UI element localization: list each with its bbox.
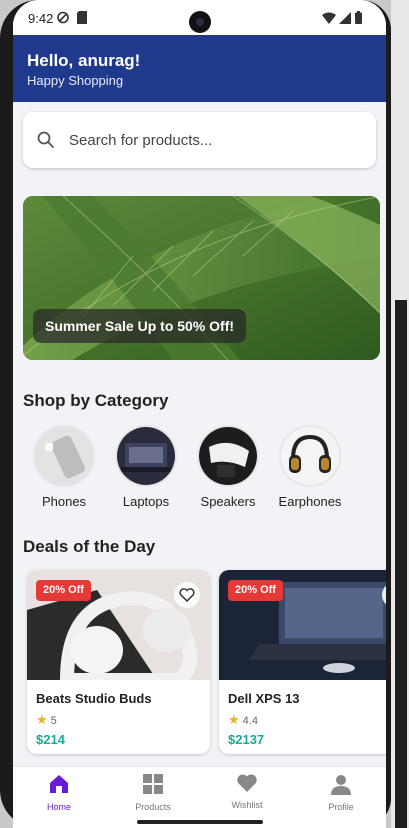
rating-value: 4.4 bbox=[242, 715, 258, 727]
person-icon bbox=[331, 775, 351, 795]
product-name: Dell XPS 13 bbox=[228, 691, 300, 706]
greeting-title: Hello, anurag! bbox=[27, 51, 141, 70]
category-label: Laptops bbox=[122, 494, 170, 509]
deal-card[interactable]: 20% Off Dell XPS 13 ★ 4.4 $2137 bbox=[219, 570, 386, 754]
search-icon bbox=[37, 131, 55, 154]
greeting-subtitle: Happy Shopping bbox=[27, 73, 124, 88]
category-label: Earphones bbox=[278, 494, 342, 509]
heart-icon bbox=[237, 774, 257, 792]
product-price: $214 bbox=[36, 732, 65, 747]
category-earphones[interactable]: Earphones bbox=[275, 425, 345, 509]
earphones-image bbox=[279, 425, 341, 487]
discount-badge: 20% Off bbox=[228, 580, 283, 601]
category-speakers[interactable]: Speakers bbox=[193, 425, 263, 509]
nav-products[interactable]: Products bbox=[118, 773, 188, 812]
product-name: Beats Studio Buds bbox=[36, 691, 152, 706]
grid-icon bbox=[143, 774, 163, 794]
discount-badge: 20% Off bbox=[36, 580, 91, 601]
background-strip bbox=[391, 0, 409, 828]
category-phones[interactable]: Phones bbox=[29, 425, 99, 509]
speakers-image bbox=[197, 425, 259, 487]
shield-icon bbox=[57, 11, 69, 29]
star-icon: ★ bbox=[36, 712, 48, 727]
home-icon bbox=[50, 775, 68, 793]
battery-icon bbox=[355, 11, 362, 29]
nav-wishlist[interactable]: Wishlist bbox=[212, 773, 282, 810]
search-bar[interactable] bbox=[23, 112, 376, 168]
deal-card[interactable]: 20% Off Beats Studio Buds ★ 5 $214 bbox=[27, 570, 210, 754]
product-rating: ★ 4.4 bbox=[228, 712, 258, 728]
product-price: $2137 bbox=[228, 732, 265, 747]
nav-label: Products bbox=[135, 802, 171, 812]
status-time: 9:42 bbox=[28, 11, 54, 26]
window-edge bbox=[395, 300, 407, 828]
banner-text: Summer Sale Up to 50% Off! bbox=[33, 309, 247, 343]
nav-label: Profile bbox=[328, 802, 354, 812]
front-camera bbox=[189, 11, 211, 33]
phones-image bbox=[33, 425, 95, 487]
gesture-bar[interactable] bbox=[137, 820, 263, 824]
category-label: Phones bbox=[41, 494, 87, 509]
categories-heading: Shop by Category bbox=[23, 391, 169, 410]
star-icon: ★ bbox=[228, 712, 240, 727]
search-input[interactable] bbox=[67, 126, 361, 154]
signal-icon bbox=[339, 11, 351, 29]
category-label: Speakers bbox=[200, 494, 256, 509]
nav-label: Home bbox=[46, 802, 71, 812]
promo-banner[interactable]: Summer Sale Up to 50% Off! bbox=[23, 196, 380, 360]
app-screen: 9:42 Hello, anurag! Happy Shopping Searc… bbox=[13, 0, 386, 828]
sim-icon bbox=[77, 11, 87, 29]
category-laptops[interactable]: Laptops bbox=[111, 425, 181, 509]
wishlist-button[interactable] bbox=[174, 582, 200, 608]
nav-profile[interactable]: Profile bbox=[306, 773, 376, 812]
nav-home[interactable]: Home bbox=[24, 773, 94, 812]
heart-icon bbox=[179, 588, 195, 602]
nav-label: Wishlist bbox=[231, 800, 263, 810]
status-bar: 9:42 bbox=[13, 0, 386, 35]
wifi-icon bbox=[322, 11, 336, 29]
product-rating: ★ 5 bbox=[36, 712, 57, 728]
rating-value: 5 bbox=[50, 715, 57, 727]
deals-heading: Deals of the Day bbox=[23, 537, 156, 556]
app-header: Hello, anurag! Happy Shopping bbox=[13, 35, 386, 102]
bottom-navigation: Home Products Wishlist Profile bbox=[13, 766, 386, 828]
laptops-image bbox=[115, 425, 177, 487]
